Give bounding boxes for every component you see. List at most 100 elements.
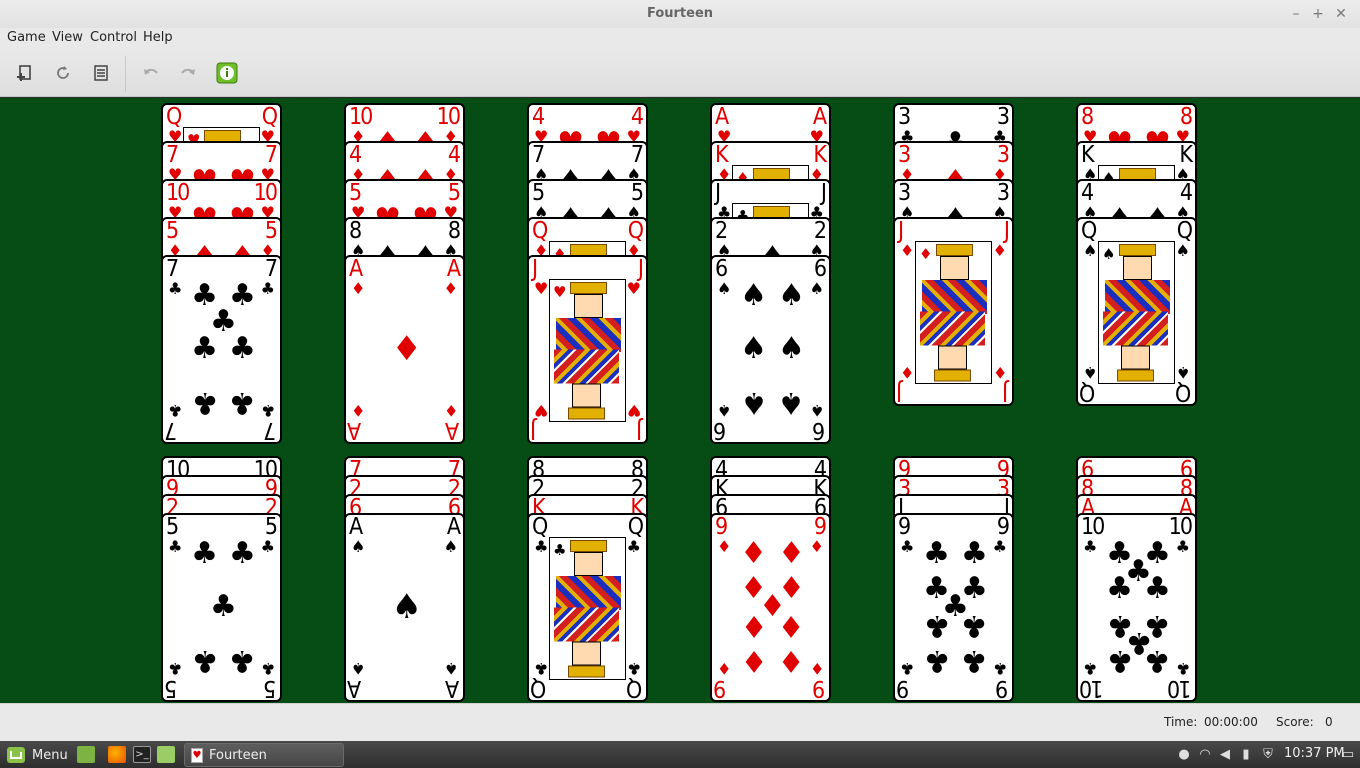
firefox-icon[interactable]: [108, 746, 126, 763]
diamonds-icon: ♦: [391, 329, 422, 369]
redo-button[interactable]: [175, 60, 201, 86]
card-rank: 9: [715, 675, 727, 701]
card-rank: 3: [898, 104, 911, 130]
statistics-button[interactable]: [88, 60, 114, 86]
card-rank: 8: [1081, 104, 1094, 130]
playing-card[interactable]: 10 10 10 10 ♣ ♣ ♣ ♣ ♣ ♣ ♣ ♣ ♣ ♣ ♣ ♣ ♣ ♣: [1076, 513, 1197, 702]
clubs-icon: ♣: [229, 643, 256, 679]
diamonds-icon: ♦: [740, 535, 767, 571]
diamonds-icon: ♦: [900, 241, 915, 260]
start-menu-button[interactable]: Menu: [6, 745, 68, 765]
playing-card[interactable]: J J J J ♦ ♦ ♦ ♦ ♦: [893, 217, 1014, 406]
clubs-icon: ♣: [168, 659, 183, 678]
hint-button[interactable]: [214, 60, 240, 86]
playing-card[interactable]: A A A A ♠ ♠ ♠ ♠ ♠: [344, 513, 465, 702]
minimize-button[interactable]: –: [1286, 4, 1306, 24]
spades-icon: ♠: [443, 659, 458, 678]
clubs-icon: ♣: [961, 643, 988, 679]
diamonds-icon: ♦: [992, 241, 1007, 260]
spades-icon: ♠: [391, 587, 422, 627]
clubs-icon: ♣: [191, 385, 218, 421]
menu-view[interactable]: View: [50, 30, 85, 45]
card-rank: K: [813, 142, 827, 168]
card-rank: 5: [349, 180, 362, 206]
clubs-icon: ♣: [900, 537, 915, 556]
mint-logo-icon: [7, 747, 25, 763]
menu-bar: Game View Control Help: [0, 28, 1360, 50]
playing-card[interactable]: Q Q Q Q ♠ ♠ ♠ ♠ ♠: [1076, 217, 1197, 406]
card-rank: 10: [253, 180, 278, 206]
clubs-icon: ♣: [900, 659, 915, 678]
playing-card[interactable]: 6 6 6 6 ♠ ♠ ♠ ♠ ♠ ♠ ♠ ♠ ♠ ♠: [710, 255, 831, 444]
card-rank: 3: [898, 180, 911, 206]
clubs-icon: ♣: [1144, 570, 1171, 606]
status-bar: Time: 00:00:00 Score: 0: [0, 703, 1360, 741]
robe-icon: [556, 576, 621, 610]
court-figure: ♥: [549, 279, 626, 422]
crown-icon: [934, 369, 971, 381]
window-title: Fourteen: [646, 6, 714, 21]
playing-card[interactable]: J J J J ♥ ♥ ♥ ♥ ♥: [527, 255, 648, 444]
robe-icon: [554, 349, 619, 383]
maximize-button[interactable]: +: [1308, 4, 1328, 24]
clubs-icon: ♣: [923, 643, 950, 679]
card-rank: 3: [898, 142, 911, 168]
menu-help[interactable]: Help: [141, 30, 175, 45]
wifi-icon[interactable]: ◠: [1197, 746, 1213, 763]
diamonds-icon: ♦: [778, 608, 805, 644]
restart-button[interactable]: [50, 60, 76, 86]
card-rank: Q: [532, 514, 548, 540]
menu-game[interactable]: Game: [5, 30, 48, 45]
playing-card[interactable]: 5 5 5 5 ♣ ♣ ♣ ♣ ♣ ♣ ♣ ♣ ♣: [161, 513, 282, 702]
card-rank: A: [715, 104, 729, 130]
terminal-icon[interactable]: >_: [133, 746, 151, 763]
undo-button[interactable]: [138, 60, 164, 86]
card-rank: Q: [1176, 218, 1193, 244]
card-rank: 6: [813, 417, 825, 443]
score-label: Score:: [1276, 715, 1314, 729]
court-figure: ♣: [549, 537, 626, 680]
new-game-button[interactable]: [11, 60, 37, 86]
card-rank: J: [898, 218, 904, 244]
workspace-icon[interactable]: ▭: [1340, 746, 1356, 763]
card-rank: 3: [996, 104, 1010, 130]
playing-card[interactable]: 7 7 7 7 ♣ ♣ ♣ ♣ ♣ ♣ ♣ ♣ ♣ ♣ ♣: [161, 255, 282, 444]
menu-control[interactable]: Control: [88, 30, 139, 45]
shield-icon[interactable]: ⛨: [1260, 746, 1276, 763]
court-half: [550, 349, 625, 422]
clubs-icon: ♣: [553, 541, 567, 559]
card-rank: 5: [166, 514, 179, 540]
playing-card[interactable]: Q Q Q Q ♣ ♣ ♣ ♣ ♣: [527, 513, 648, 702]
crown-icon: [936, 244, 973, 256]
battery-icon[interactable]: ▮: [1238, 746, 1254, 763]
clubs-icon: ♣: [168, 537, 183, 556]
court-figure: ♠: [1098, 241, 1175, 384]
face-icon: [572, 383, 601, 407]
clubs-icon: ♣: [992, 659, 1007, 678]
clubs-icon: ♣: [1175, 659, 1190, 678]
diamonds-icon: ♦: [778, 643, 805, 679]
card-rank: Q: [627, 675, 642, 701]
show-desktop-icon[interactable]: [77, 746, 95, 763]
card-rank: J: [532, 417, 537, 443]
spades-icon: ♠: [717, 279, 732, 298]
playing-card[interactable]: 9 9 9 9 ♣ ♣ ♣ ♣ ♣ ♣ ♣ ♣ ♣ ♣ ♣ ♣ ♣: [893, 513, 1014, 702]
diamonds-icon: ♦: [717, 659, 732, 678]
fourteen-app-icon: ♥: [191, 747, 203, 763]
title-bar: Fourteen – + ✕: [0, 0, 1360, 28]
court-figure: ♦: [915, 241, 992, 384]
playing-card[interactable]: 9 9 9 9 ♦ ♦ ♦ ♦ ♦ ♦ ♦ ♦ ♦ ♦ ♦ ♦ ♦: [710, 513, 831, 702]
playing-card[interactable]: AAAA♦♦♦♦♦: [344, 255, 465, 444]
files-icon[interactable]: [157, 746, 175, 763]
card-rank: 4: [447, 142, 461, 168]
user-icon[interactable]: ●: [1176, 746, 1192, 763]
start-menu-label: Menu: [32, 747, 68, 763]
card-rank: 9: [813, 514, 827, 540]
diamonds-icon: ♦: [992, 363, 1007, 382]
close-button[interactable]: ✕: [1331, 4, 1351, 24]
card-rank: Q: [627, 218, 644, 244]
time-value: 00:00:00: [1204, 715, 1258, 729]
volume-icon[interactable]: ◀: [1217, 746, 1233, 763]
diamonds-icon: ♦: [717, 537, 732, 556]
task-fourteen[interactable]: ♥ Fourteen: [184, 743, 344, 767]
